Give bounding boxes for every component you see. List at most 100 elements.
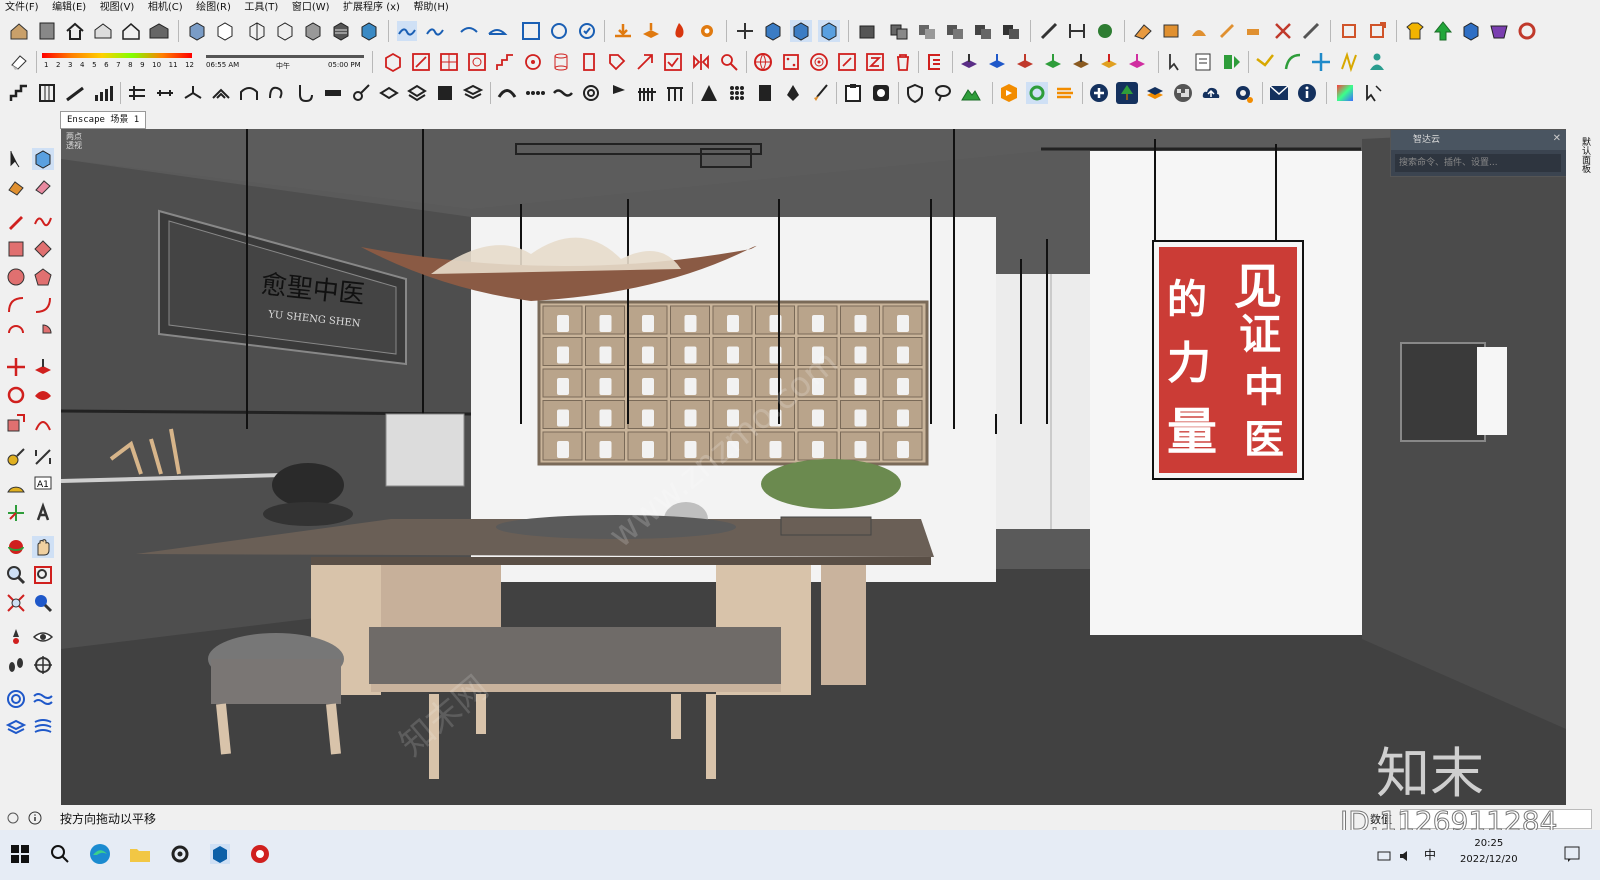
dome-icon[interactable] [496,82,518,104]
push-x-icon[interactable] [1098,51,1120,73]
pan-hand-icon[interactable] [32,536,54,558]
mountain-icon[interactable] [960,82,982,104]
push-pull-icon[interactable] [32,356,54,378]
enscape-sync-icon[interactable] [1026,82,1048,104]
play-green-icon[interactable] [1220,51,1242,73]
red-z-icon[interactable] [864,51,886,73]
layers-stack-icon[interactable] [5,716,27,738]
rectangle-icon[interactable] [5,238,27,260]
tape-measure-icon[interactable] [5,446,27,468]
tree-up-icon[interactable] [1432,20,1454,42]
brush-icon[interactable] [1244,20,1266,42]
arc2-icon[interactable] [32,294,54,316]
column-icon[interactable] [36,82,58,104]
zhidayun-search-input[interactable]: 搜索命令、插件、设置... [1395,154,1561,172]
volume-icon[interactable] [1398,848,1414,864]
ime-indicator[interactable]: 中 [1424,846,1436,863]
red-grid-icon[interactable] [438,51,460,73]
arch-icon[interactable] [238,82,260,104]
pencil-icon[interactable] [5,210,27,232]
dots-icon[interactable] [524,82,546,104]
component-copy-icon[interactable] [916,20,938,42]
select-arrow-icon[interactable] [5,148,27,170]
push-f-icon[interactable] [1126,51,1148,73]
red-box-icon[interactable] [382,51,404,73]
pen-nib-icon[interactable] [782,82,804,104]
layer-export-icon[interactable] [640,20,662,42]
notifications-icon[interactable] [1562,844,1582,864]
enscape-views-icon[interactable] [1054,82,1076,104]
house-icon[interactable] [8,20,30,42]
menu-edit[interactable]: 编辑(E) [47,1,91,15]
push-z-icon[interactable] [958,51,980,73]
bars-icon[interactable] [92,82,114,104]
prev-view-icon[interactable] [32,592,54,614]
scale-icon[interactable] [5,412,27,434]
zoom-icon[interactable] [5,564,27,586]
brush-tip-icon[interactable] [810,82,832,104]
axes-icon[interactable] [734,20,756,42]
render-fire-icon[interactable] [668,20,690,42]
plus-circle-icon[interactable] [1088,82,1110,104]
windows-start-icon[interactable] [8,842,32,866]
section-plane-icon[interactable] [32,654,54,676]
search-icon[interactable] [48,842,72,866]
triangle-icon[interactable] [698,82,720,104]
home-icon[interactable] [64,20,86,42]
orbit-icon[interactable] [5,536,27,558]
stamp-icon[interactable] [486,20,508,42]
protractor-icon[interactable] [5,474,27,496]
terrain-icon[interactable] [32,688,54,710]
clipboard-icon[interactable] [842,82,864,104]
paint-icon[interactable] [1188,20,1210,42]
frame-icon[interactable] [1338,20,1360,42]
warehouse-icon[interactable] [148,20,170,42]
cursor-pick-icon[interactable] [1362,82,1384,104]
notes-icon[interactable] [1192,51,1214,73]
pin-tool-icon[interactable] [350,82,372,104]
component-unlock-icon[interactable] [1000,20,1022,42]
backedges-icon[interactable] [214,20,236,42]
follow-icon[interactable] [1094,20,1116,42]
push-r-icon[interactable] [1014,51,1036,73]
menu-file[interactable]: 文件(F) [0,1,44,15]
freehand-icon[interactable] [32,210,54,232]
red-arrow-icon[interactable] [634,51,656,73]
menu-camera[interactable]: 相机(C) [143,1,188,15]
line-tool-icon[interactable] [1038,20,1060,42]
red-globe-icon[interactable] [752,51,774,73]
plane-icon[interactable] [378,82,400,104]
mesh-icon[interactable] [32,716,54,738]
rotate-icon[interactable] [5,384,27,406]
settings-gear-icon[interactable] [1232,82,1254,104]
default-tray-tab[interactable]: 默认面板 [1576,137,1590,173]
xray-icon[interactable] [186,20,208,42]
make-component-icon[interactable] [32,148,54,170]
red-check-icon[interactable] [662,51,684,73]
book-icon[interactable] [36,20,58,42]
badge-icon[interactable] [870,82,892,104]
position-camera-icon[interactable] [5,626,27,648]
red-bracket-icon[interactable] [924,51,946,73]
component-explode-icon[interactable] [944,20,966,42]
dimension-tool-icon[interactable] [32,446,54,468]
red-zoom-icon[interactable] [718,51,740,73]
loop-icon[interactable] [266,82,288,104]
network-icon[interactable] [1376,848,1392,864]
cube-tag-icon[interactable] [818,20,840,42]
red-stairs-icon[interactable] [494,51,516,73]
arc-icon[interactable] [5,294,27,316]
menu-draw[interactable]: 绘图(R) [191,1,236,15]
follow-me-icon[interactable] [32,384,54,406]
panel-icon[interactable] [754,82,776,104]
planes-icon[interactable] [406,82,428,104]
sandbox-scratch-icon[interactable] [424,20,446,42]
shaded-icon[interactable] [302,20,324,42]
hook-icon[interactable] [294,82,316,104]
red-tag-icon[interactable] [606,51,628,73]
red-pencil-icon[interactable] [410,51,432,73]
3d-viewport[interactable]: 两点 透视 愈聖中医 YU SHENG SHEN 见 证 中 医 的 力 量 w… [61,129,1566,805]
red-target-icon[interactable] [808,51,830,73]
menu-extensions[interactable]: 扩展程序 (x) [338,1,405,15]
add-detail-icon[interactable] [548,20,570,42]
